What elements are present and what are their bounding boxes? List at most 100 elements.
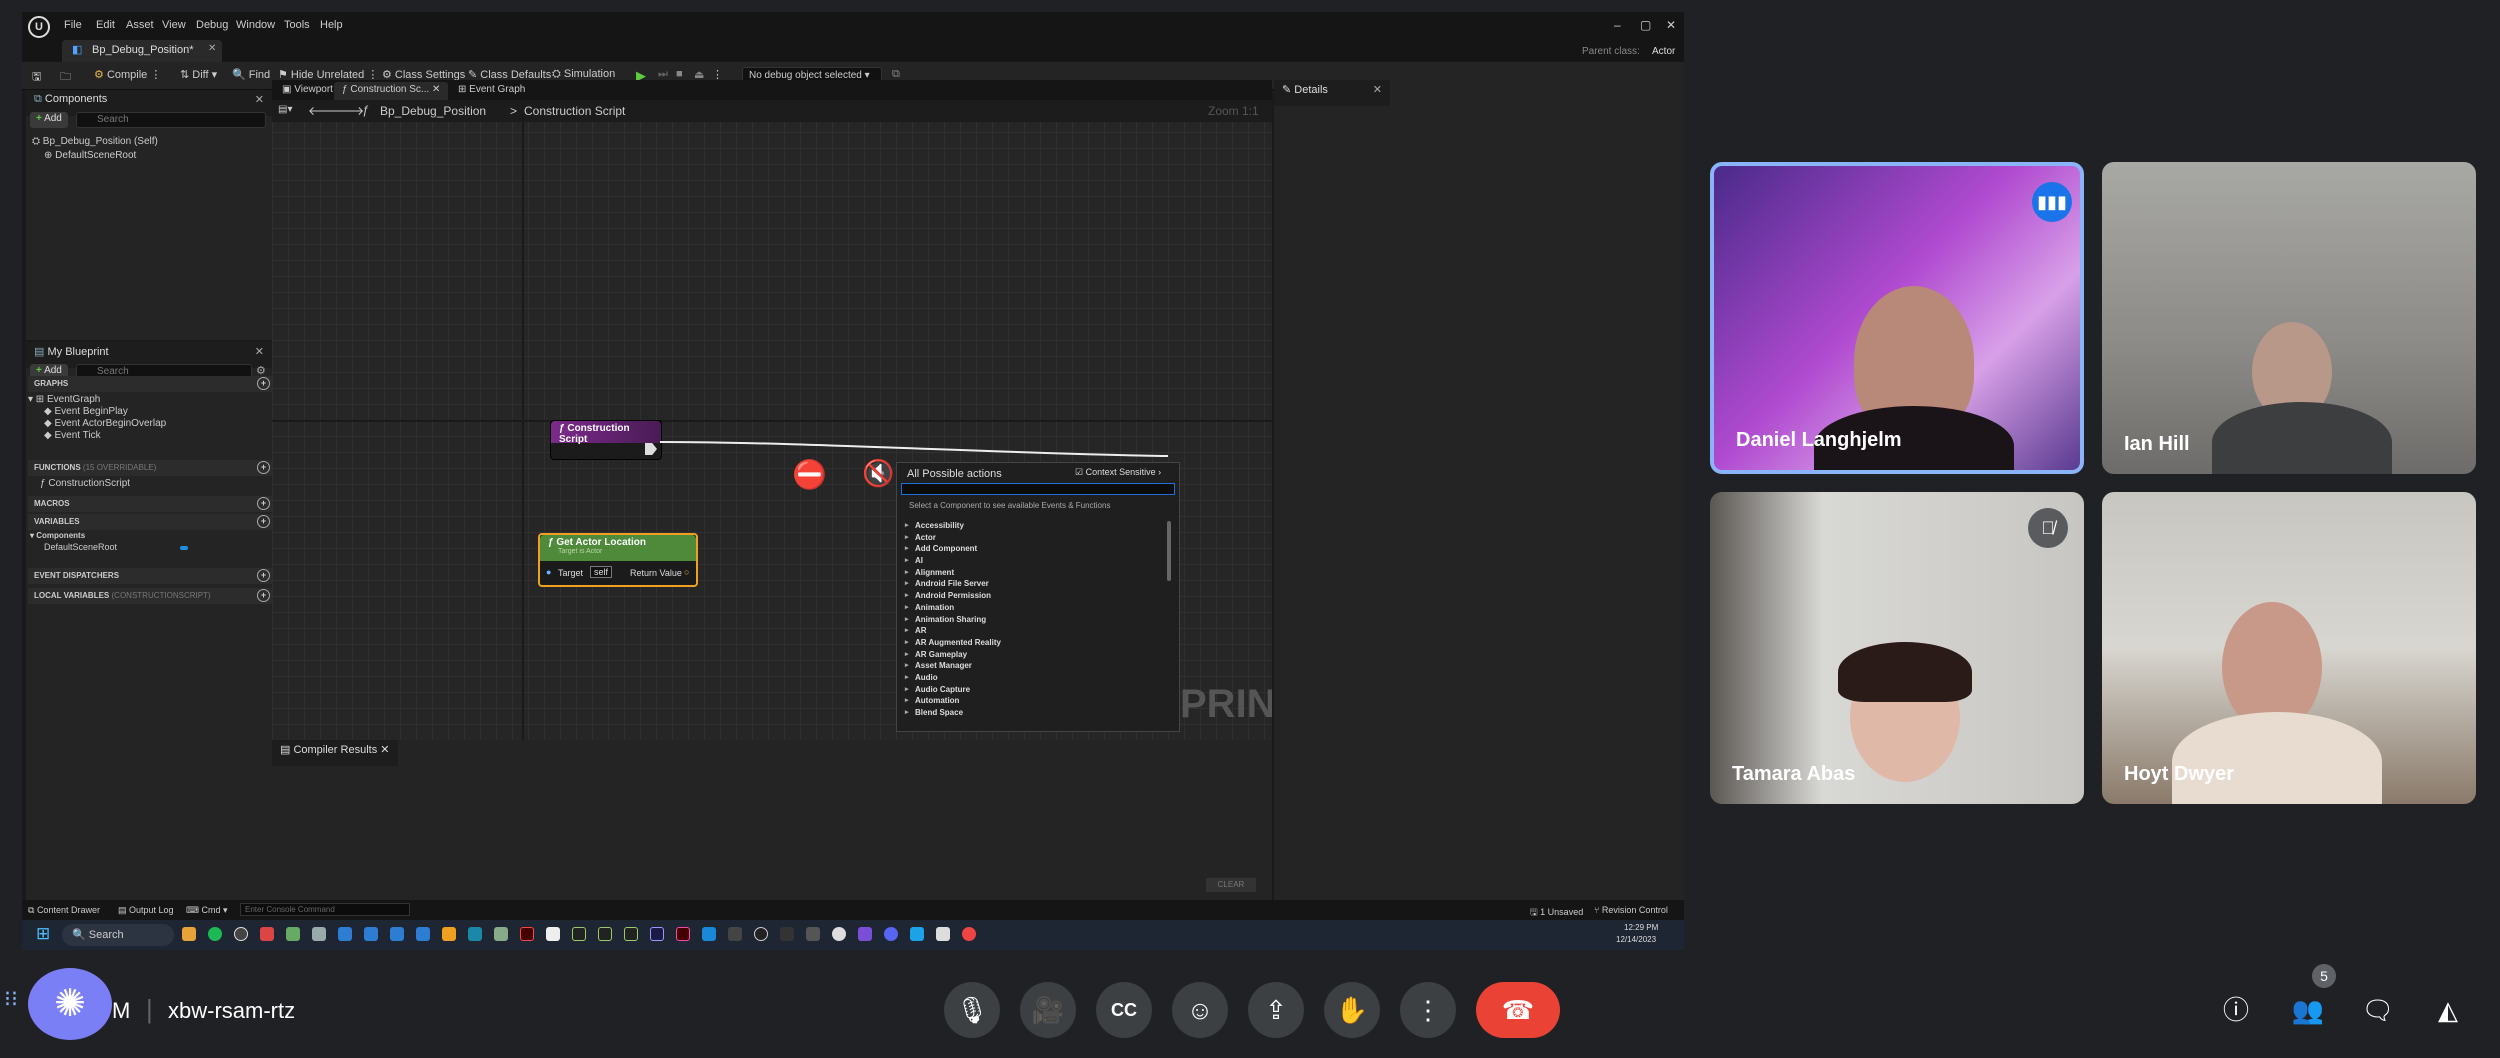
tab-viewport[interactable]: ▣ Viewport (274, 82, 341, 100)
chat-icon[interactable]: 🗨 (2358, 990, 2398, 1030)
participant-tile-daniel[interactable]: ▮▮▮ Daniel Langhjelm (1710, 162, 2084, 474)
menu-window[interactable]: Window (236, 19, 275, 31)
compile-button[interactable]: ⚙ Compile ⋮ (94, 68, 161, 84)
app-icon-teal[interactable] (468, 927, 482, 941)
app-icon-ds[interactable] (624, 927, 638, 941)
participant-tile-tamara[interactable]: 🎙̸ Tamara Abas (1710, 492, 2084, 804)
parent-class-value[interactable]: Actor (1652, 46, 1675, 57)
app-icon-sky[interactable] (702, 927, 716, 941)
app-icon-pl[interactable] (572, 927, 586, 941)
menu-help[interactable]: Help (320, 19, 343, 31)
taskbar-time[interactable]: 12:29 PM (1624, 923, 1658, 932)
context-scrollbar[interactable] (1167, 521, 1171, 581)
context-item[interactable]: Android File Server (901, 579, 1161, 591)
app-icon-red[interactable] (260, 927, 274, 941)
add-function-icon[interactable]: + (257, 461, 270, 474)
target-pin-icon[interactable]: ● (546, 567, 551, 577)
section-macros[interactable]: MACROS + (28, 496, 274, 512)
menu-edit[interactable]: Edit (96, 19, 115, 31)
cmd-select[interactable]: ⌨ Cmd ▾ (186, 905, 228, 916)
tree-components-category[interactable]: ▾ Components (30, 531, 85, 540)
add-local-variable-icon[interactable]: + (257, 589, 270, 602)
tab-event-graph[interactable]: ⊞ Event Graph (450, 82, 533, 100)
forward-icon[interactable]: 🡒 (332, 103, 364, 118)
emoji-button[interactable]: ☺ (1172, 982, 1228, 1038)
participant-tile-ian[interactable]: Ian Hill (2102, 162, 2476, 474)
context-item[interactable]: Audio Capture (901, 685, 1161, 697)
context-sensitive-toggle[interactable]: ☑ Context Sensitive › (1075, 467, 1161, 478)
details-close-icon[interactable]: ✕ (1373, 83, 1382, 96)
close-icon[interactable]: ✕ (1666, 18, 1676, 32)
context-item[interactable]: Alignment (901, 568, 1161, 580)
apps-grid-icon[interactable]: ⁝⁝ (4, 986, 18, 1012)
captions-button[interactable]: CC (1096, 982, 1152, 1038)
app-icon-grey-2[interactable] (806, 927, 820, 941)
activities-icon[interactable]: ✺ (28, 968, 112, 1040)
context-action-list[interactable]: Accessibility Actor Add Component AI Ali… (901, 521, 1161, 720)
context-search-input[interactable] (901, 483, 1175, 495)
menu-debug[interactable]: Debug (196, 19, 228, 31)
menu-tools[interactable]: Tools (284, 19, 310, 31)
participant-tile-hoyt[interactable]: Hoyt Dwyer (2102, 492, 2476, 804)
app-icon-dark[interactable] (728, 927, 742, 941)
app-icon-dark-2[interactable] (780, 927, 794, 941)
context-item[interactable]: Accessibility (901, 521, 1161, 533)
content-drawer-button[interactable]: ⧉ Content Drawer (28, 905, 100, 916)
context-item[interactable]: Asset Manager (901, 661, 1161, 673)
app-icon-green[interactable] (286, 927, 300, 941)
context-item[interactable]: Blend Space (901, 708, 1161, 720)
app-icon-cyan[interactable] (910, 927, 924, 941)
graph-menu-icon[interactable]: ▤▾ (278, 104, 292, 115)
app-icon-sage[interactable] (494, 927, 508, 941)
app-icon-orange[interactable] (442, 927, 456, 941)
camera-button[interactable]: 🎥 (1020, 982, 1076, 1038)
maximize-icon[interactable]: ▢ (1640, 18, 1651, 32)
section-functions[interactable]: FUNCTIONS (15 OVERRIDABLE) + (28, 460, 274, 476)
taskbar-search[interactable]: 🔍 Search (62, 924, 174, 946)
visual-studio-icon[interactable] (858, 927, 872, 941)
meeting-info-icon[interactable]: ⓘ (2216, 990, 2256, 1030)
compiler-results-tab[interactable]: ▤ Compiler Results ✕ (272, 740, 398, 766)
context-item[interactable]: AI (901, 556, 1161, 568)
indesign-icon[interactable] (676, 927, 690, 941)
menu-view[interactable]: View (162, 19, 186, 31)
add-component-button[interactable]: + Add (30, 112, 68, 128)
diff-button[interactable]: ⇅ Diff ▾ (180, 68, 217, 84)
context-item[interactable]: AR Augmented Reality (901, 638, 1161, 650)
add-variable-icon[interactable]: + (257, 515, 270, 528)
find-button[interactable]: 🔍 Find (232, 68, 270, 84)
breadcrumb-graph[interactable]: Construction Script (524, 104, 625, 118)
raise-hand-button[interactable]: ✋ (1324, 982, 1380, 1038)
unreal-taskbar-icon[interactable] (234, 927, 248, 941)
app-icon-blue-2[interactable] (364, 927, 378, 941)
tab-construction-script[interactable]: ƒ Construction Sc... ✕ (334, 82, 449, 100)
context-item[interactable]: Android Permission (901, 591, 1161, 603)
unsaved-indicator[interactable]: 🖫 1 Unsaved (1530, 905, 1583, 920)
get-actor-location-node[interactable]: ƒ Get Actor Location Target is Actor ● T… (538, 533, 698, 587)
return-value-pin-icon[interactable]: ○ (684, 567, 689, 577)
app-icon-blue-3[interactable] (390, 927, 404, 941)
app-icon-sa[interactable] (598, 927, 612, 941)
context-item[interactable]: Audio (901, 673, 1161, 685)
browse-icon[interactable]: 🗀 (60, 68, 71, 84)
tab-close-icon[interactable]: ✕ (208, 43, 216, 54)
windows-start-icon[interactable]: ⊞ (36, 924, 50, 944)
target-self-field[interactable]: self (590, 566, 613, 578)
illustrator-icon[interactable] (520, 927, 534, 941)
tree-event-actor-begin-overlap[interactable]: ◆ Event ActorBeginOverlap (44, 418, 166, 429)
tree-event-graph[interactable]: ▾ ⊞ EventGraph (28, 394, 100, 405)
end-call-button[interactable]: ☎ (1476, 982, 1560, 1038)
minimize-icon[interactable]: – (1614, 18, 1621, 32)
tree-self[interactable]: ⛭ Bp_Debug_Position (Self) (32, 136, 158, 147)
context-item[interactable]: Automation (901, 696, 1161, 708)
output-log-button[interactable]: ▤ Output Log (118, 905, 174, 916)
construction-script-node[interactable]: ƒ Construction Script (550, 420, 662, 460)
clear-button[interactable]: CLEAR (1206, 878, 1256, 892)
section-variables[interactable]: VARIABLES + (28, 514, 274, 530)
file-explorer-icon[interactable] (182, 927, 196, 941)
tree-default-scene-root[interactable]: ⊕ DefaultSceneRoot (44, 150, 136, 161)
context-item[interactable]: AR (901, 626, 1161, 638)
notepad-icon[interactable] (546, 927, 560, 941)
activities-shapes-icon[interactable]: ◭ (2428, 990, 2468, 1030)
context-item[interactable]: Actor (901, 533, 1161, 545)
